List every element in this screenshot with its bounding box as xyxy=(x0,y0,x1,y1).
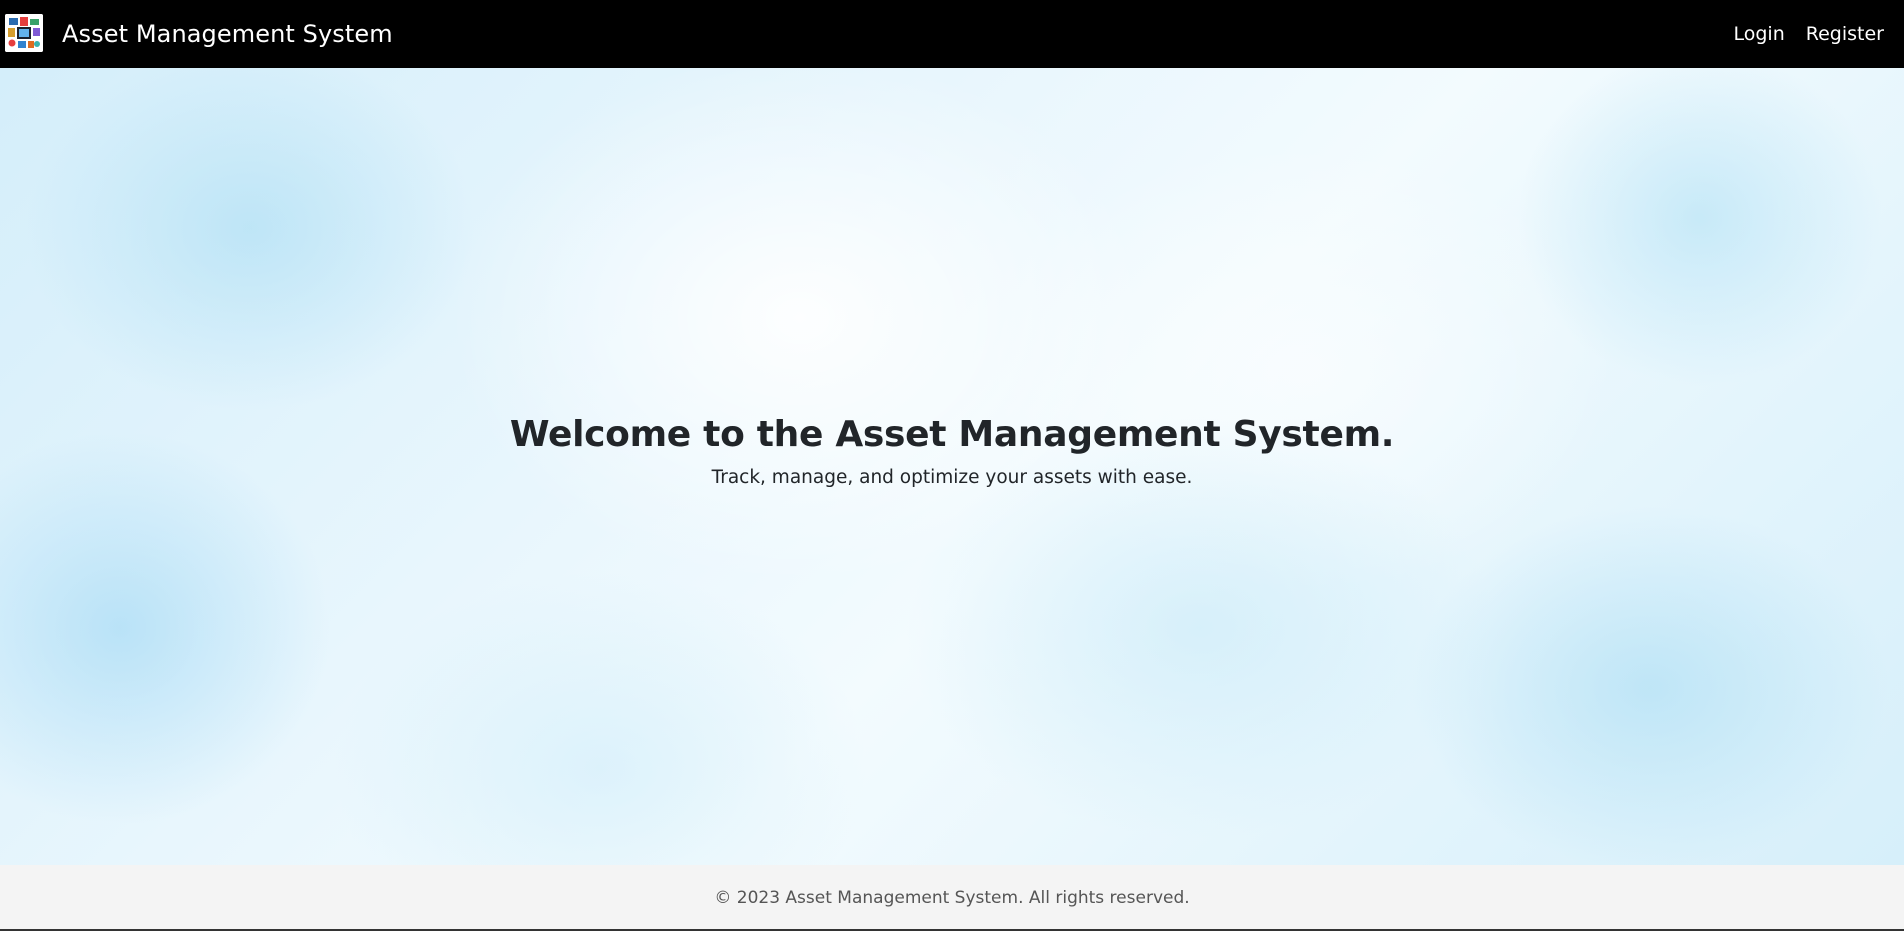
hero-title: Welcome to the Asset Management System. xyxy=(509,414,1395,455)
nav-links: Login Register xyxy=(1713,0,1885,68)
hero-section: Welcome to the Asset Management System. … xyxy=(0,68,1904,865)
hero-subtitle: Track, manage, and optimize your assets … xyxy=(711,467,1193,488)
register-link[interactable]: Register xyxy=(1806,23,1884,45)
brand-title[interactable]: Asset Management System xyxy=(62,0,393,68)
footer-copyright-text: © 2023 Asset Management System. All righ… xyxy=(714,888,1190,908)
login-link[interactable]: Login xyxy=(1734,23,1785,45)
hero-content: Welcome to the Asset Management System. … xyxy=(0,413,1904,491)
page-footer: © 2023 Asset Management System. All righ… xyxy=(0,865,1904,931)
top-navbar: Asset Management System Login Register xyxy=(0,0,1904,68)
asset-collage-logo-icon xyxy=(5,14,43,52)
brand-logo-icon[interactable] xyxy=(5,14,43,52)
